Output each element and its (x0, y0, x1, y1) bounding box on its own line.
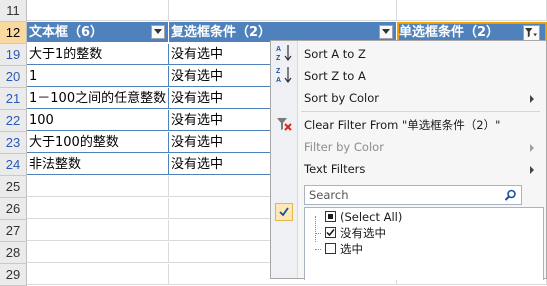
cell[interactable]: 大于100的整数 (27, 132, 169, 153)
text-filters-item[interactable]: Text Filters (298, 158, 540, 180)
row-header[interactable]: 28 (0, 242, 27, 264)
row-11: 11 (0, 0, 547, 22)
sort-z-to-a-icon: Z A (276, 67, 292, 84)
row-header[interactable]: 21 (0, 88, 27, 110)
option-label: (Select All) (340, 210, 403, 224)
row-header[interactable]: 25 (0, 176, 27, 198)
cell[interactable] (27, 264, 169, 285)
submenu-arrow-icon (530, 166, 534, 174)
sort-a-to-z-item[interactable]: Sort A to Z (298, 43, 540, 65)
row-header[interactable]: 29 (0, 264, 27, 286)
checkbox-partial[interactable] (325, 211, 336, 222)
cell[interactable] (397, 0, 547, 21)
cell[interactable] (27, 198, 169, 219)
row-header[interactable]: 19 (0, 44, 27, 66)
option-label: 选中 (340, 242, 363, 256)
chevron-down-icon (154, 29, 162, 34)
filter-values-list: (Select All) 没有选中 选中 (304, 207, 544, 280)
option-not-selected[interactable]: 没有选中 (325, 225, 386, 241)
svg-text:Z: Z (276, 68, 281, 75)
text-filters-label: Text Filters (304, 162, 366, 176)
checkbox-unchecked[interactable] (325, 243, 336, 254)
cell[interactable] (27, 220, 169, 241)
header-label: 单选框条件（2） (399, 25, 500, 40)
cell[interactable]: 大于1的整数 (27, 44, 169, 65)
cell[interactable]: 非法整数 (27, 154, 169, 175)
tree-connector (315, 249, 321, 250)
filter-funnel-icon (525, 27, 537, 37)
search-input[interactable] (305, 186, 499, 204)
sort-by-color-item[interactable]: Sort by Color (298, 87, 540, 109)
row-header[interactable]: 12 (0, 22, 27, 44)
search-box[interactable] (304, 185, 522, 205)
row-header[interactable]: 26 (0, 198, 27, 220)
cell[interactable] (169, 0, 397, 21)
option-label: 没有选中 (340, 226, 386, 240)
cell[interactable]: 1 (27, 66, 169, 87)
clear-filter-item[interactable]: Clear Filter From "单选框条件（2）" (298, 114, 540, 136)
submenu-arrow-icon (530, 95, 534, 103)
row-header[interactable]: 22 (0, 110, 27, 132)
header-label: 文本框（6） (29, 25, 104, 40)
filter-by-color-item: Filter by Color (298, 136, 540, 158)
cell[interactable]: 1－100之间的任意整数 (27, 88, 169, 109)
checkmark-icon (275, 203, 293, 221)
filter-dropdown-button[interactable] (379, 25, 393, 39)
header-cell-textbox[interactable]: 文本框（6） (27, 22, 169, 43)
sort-a-to-z-icon: A Z (276, 45, 292, 62)
active-filter-button[interactable] (523, 25, 540, 41)
row-header[interactable]: 20 (0, 66, 27, 88)
cell[interactable] (27, 242, 169, 263)
row-header[interactable]: 23 (0, 132, 27, 154)
cell[interactable] (27, 176, 169, 197)
search-icon (504, 189, 516, 201)
row-header[interactable]: 24 (0, 154, 27, 176)
tree-connector (315, 216, 316, 242)
menu-separator (301, 111, 540, 112)
tree-connector (315, 233, 321, 234)
chevron-down-icon (382, 29, 390, 34)
sort-z-to-a-item[interactable]: Sort Z to A (298, 65, 540, 87)
row-header[interactable]: 11 (0, 0, 27, 22)
clear-filter-icon (277, 118, 292, 131)
cell[interactable] (27, 0, 169, 21)
sort-by-color-label: Sort by Color (304, 91, 380, 105)
submenu-arrow-icon (530, 144, 534, 152)
option-selected[interactable]: 选中 (325, 241, 363, 257)
svg-text:A: A (276, 46, 281, 53)
filter-by-color-label: Filter by Color (304, 140, 384, 154)
header-label: 复选框条件（2） (171, 25, 272, 40)
filter-dropdown-menu: A Z Sort A to Z Z A Sort Z to A Sort by … (270, 40, 547, 280)
row-header[interactable]: 27 (0, 220, 27, 242)
svg-text:Z: Z (276, 55, 281, 62)
option-select-all[interactable]: (Select All) (325, 209, 402, 225)
svg-text:A: A (276, 77, 281, 84)
cell[interactable]: 100 (27, 110, 169, 131)
filter-dropdown-button[interactable] (151, 25, 165, 39)
checkbox-checked[interactable] (325, 227, 336, 238)
